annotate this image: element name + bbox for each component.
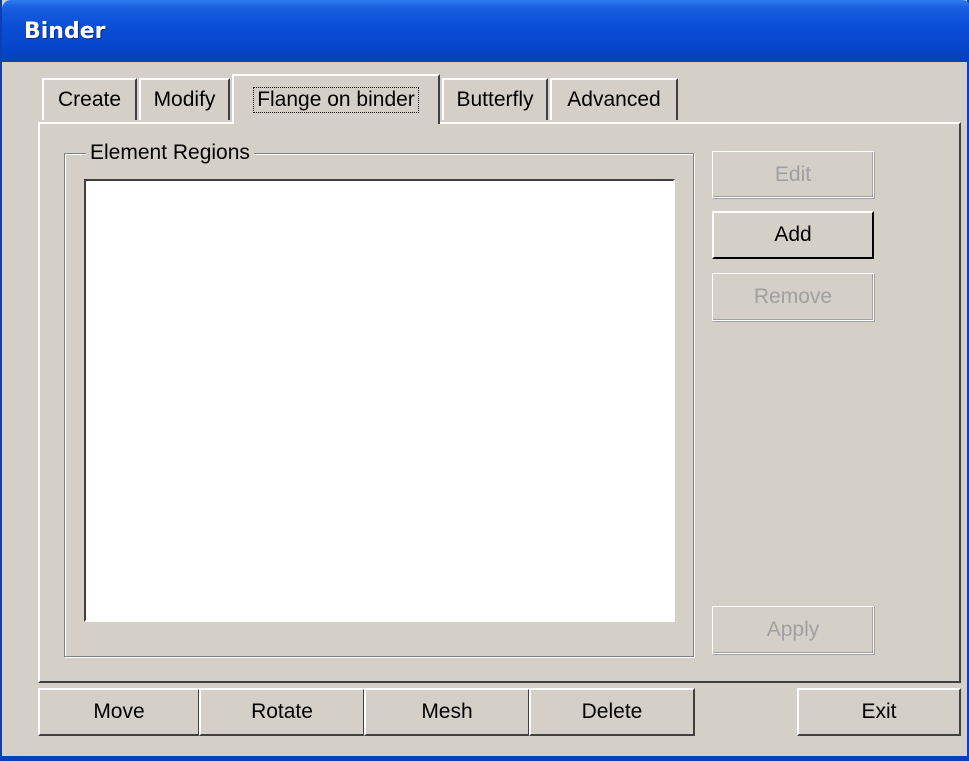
add-button[interactable]: Add [712,211,874,259]
window-title: Binder [24,19,106,44]
edit-button-label: Edit [774,162,812,186]
element-regions-label: Element Regions [86,141,254,165]
delete-button-label: Delete [581,700,643,723]
delete-button[interactable]: Delete [529,688,695,736]
mesh-button-label: Mesh [421,700,473,723]
remove-button-label: Remove [753,285,833,308]
tab-butterfly-label: Butterfly [456,88,534,111]
rotate-button-label: Rotate [251,700,313,723]
apply-button-label: Apply [766,618,820,641]
binder-window: Binder Create Modify Flange on binder Bu… [0,0,969,761]
tab-butterfly[interactable]: Butterfly [442,78,548,120]
tab-advanced[interactable]: Advanced [550,78,678,120]
tab-create[interactable]: Create [42,78,137,120]
rotate-button[interactable]: Rotate [199,688,365,736]
tab-modify-label: Modify [153,88,216,111]
remove-button[interactable]: Remove [712,273,874,321]
tab-modify[interactable]: Modify [139,78,230,120]
mesh-button[interactable]: Mesh [364,688,530,736]
tab-advanced-label: Advanced [567,88,661,111]
apply-button[interactable]: Apply [712,606,874,654]
tab-flange-on-binder[interactable]: Flange on binder [232,74,440,124]
exit-button-label: Exit [861,700,897,723]
move-button-label: Move [93,700,145,723]
tab-flange-on-binder-label: Flange on binder [253,87,419,113]
title-bar[interactable]: Binder [2,0,969,62]
window-bottom-border [2,756,969,761]
exit-button[interactable]: Exit [797,688,961,736]
add-button-label: Add [774,223,812,246]
element-regions-list[interactable] [84,179,675,622]
edit-button[interactable]: Edit [712,151,874,198]
tab-create-label: Create [57,88,122,111]
move-button[interactable]: Move [38,688,200,736]
